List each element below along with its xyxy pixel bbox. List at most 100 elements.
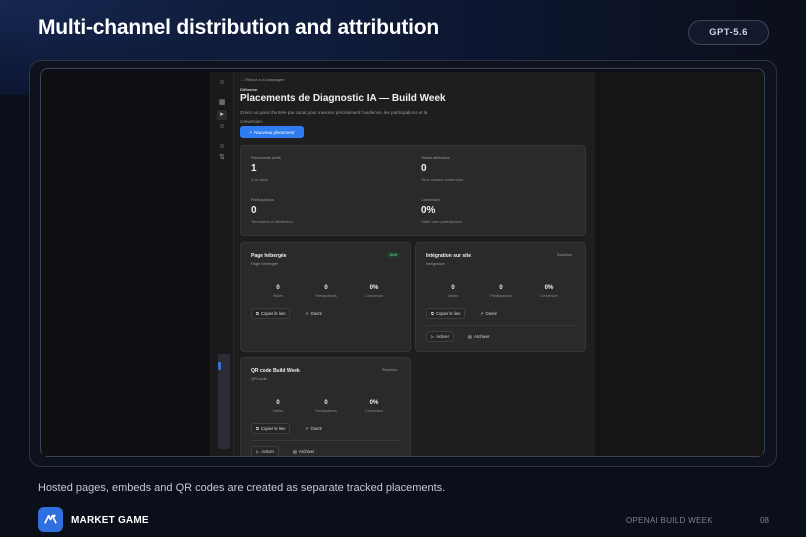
placement-title: Page hébergée	[251, 253, 287, 259]
metric-value: 0	[276, 400, 280, 406]
stat-value: 0	[421, 163, 427, 174]
stat-label: Conversion	[421, 198, 441, 202]
new-placement-label: Nouveau placement	[254, 129, 295, 135]
placement-card-embed[interactable]: Intégration sur site Intégration Brouill…	[415, 242, 586, 352]
external-link-icon: ↗	[480, 311, 484, 316]
activate-button[interactable]: ▷ Activer	[251, 446, 280, 456]
metric-value: 0%	[369, 285, 379, 291]
stat-label: Placements actifs	[251, 156, 281, 160]
copy-icon: ⧉	[256, 426, 259, 431]
metric-value: 0	[451, 285, 455, 291]
card-divider	[251, 440, 400, 441]
model-badge: GPT-5.6	[688, 20, 769, 45]
new-placement-button[interactable]: + Nouveau placement	[240, 126, 304, 138]
app-screenshot: ☺ ▦ ▸ ☺ ☺ ⇅ ← Retour à la campagne Diffu…	[210, 72, 595, 456]
stat-label: Visites attribuées	[421, 156, 450, 160]
metric-visits: 0 Visites	[253, 285, 303, 298]
grid-icon[interactable]: ▦	[217, 98, 227, 108]
copy-link-label: Copier le lien	[261, 311, 286, 316]
copy-link-button[interactable]: ⧉ Copier le lien	[251, 308, 291, 319]
activate-label: Activer	[261, 449, 275, 454]
card-divider	[426, 325, 575, 326]
metric-value: 0%	[369, 400, 379, 406]
metric-label: Conversion	[364, 294, 384, 298]
status-badge: Brouillon	[382, 368, 397, 372]
copy-link-button[interactable]: ⧉ Copier le lien	[251, 423, 291, 434]
metric-value: 0	[499, 285, 503, 291]
metric-participations: 0 Participations	[301, 400, 351, 413]
user-icon[interactable]: ☺	[217, 78, 227, 88]
metric-value: 0	[276, 285, 280, 291]
copy-link-label: Copier le lien	[436, 311, 461, 316]
status-badge: Brouillon	[557, 253, 572, 257]
archive-button[interactable]: ▤ Archiver	[464, 331, 493, 342]
external-link-icon: ↗	[305, 311, 309, 316]
back-link[interactable]: ← Retour à la campagne	[240, 77, 284, 82]
users-icon[interactable]: ☺	[217, 122, 227, 132]
metric-label: Participations	[490, 294, 512, 298]
stat-value: 0	[251, 205, 257, 216]
archive-label: Archiver	[298, 449, 315, 454]
copy-icon: ⧉	[431, 311, 434, 316]
page-number: 08	[760, 516, 769, 525]
brand-mark-icon	[44, 514, 57, 524]
stat-attributed-visits: Visites attribuées 0 Tous canaux confond…	[421, 156, 463, 182]
metric-label: Participations	[315, 409, 337, 413]
page-title: Placements de Diagnostic IA — Build Week	[240, 93, 446, 104]
status-badge: Actif	[386, 252, 400, 258]
archive-label: Archiver	[473, 334, 490, 339]
copy-link-button[interactable]: ⧉ Copier le lien	[426, 308, 466, 319]
rail-scrollbar-thumb[interactable]	[218, 362, 221, 370]
brand-logo	[38, 507, 63, 532]
metric-participations: 0 Participations	[301, 285, 351, 298]
metric-label: Conversion	[364, 409, 384, 413]
footer-event: OPENAI BUILD WEEK	[626, 516, 713, 525]
metric-value: 0%	[544, 285, 554, 291]
placement-subtitle: QR code	[251, 376, 267, 381]
stat-conversion: Conversion 0% Visite vers participation	[421, 198, 462, 224]
activate-button[interactable]: ▷ Activer	[426, 331, 455, 342]
arrow-left-icon: ←	[240, 77, 244, 82]
open-button[interactable]: ↗ Ouvrir	[301, 423, 326, 434]
plus-icon: +	[249, 129, 253, 135]
stat-label: Participations	[251, 198, 274, 202]
metric-label: Participations	[315, 294, 337, 298]
metric-conversion: 0% Conversion	[349, 285, 399, 298]
copy-icon: ⧉	[256, 311, 259, 316]
placement-card-qr-code[interactable]: QR code Build Week QR code Brouillon 0 V…	[240, 357, 411, 456]
stats-card: Placements actifs 1 3 au total Visites a…	[240, 145, 586, 236]
metric-conversion: 0% Conversion	[524, 285, 574, 298]
archive-button[interactable]: ▤ Archiver	[289, 446, 318, 456]
metric-visits: 0 Visites	[428, 285, 478, 298]
metric-value: 0	[324, 400, 328, 406]
stat-sub: Terminées et attribuées	[251, 219, 293, 224]
play-icon: ▷	[256, 449, 260, 454]
open-button[interactable]: ↗ Ouvrir	[301, 308, 326, 319]
archive-icon: ▤	[468, 334, 472, 339]
main-content: ← Retour à la campagne Diffusion Placeme…	[240, 72, 595, 456]
placement-title: Intégration sur site	[426, 253, 472, 259]
brand-name: MARKET GAME	[71, 515, 149, 526]
section-label: Diffusion	[240, 87, 258, 92]
stat-sub: Tous canaux confondus	[421, 177, 464, 182]
open-button[interactable]: ↗ Ouvrir	[476, 308, 501, 319]
external-link-icon: ↗	[305, 426, 309, 431]
stat-participations: Participations 0 Terminées et attribuées	[251, 198, 293, 224]
app-backdrop-right	[595, 72, 763, 456]
placement-subtitle: Page hébergée	[251, 261, 279, 266]
placement-title: QR code Build Week	[251, 368, 300, 374]
metric-label: Visites	[272, 409, 284, 413]
stat-value: 1	[251, 163, 257, 174]
placement-card-hosted-page[interactable]: Page hébergée Page hébergée Actif 0 Visi…	[240, 242, 411, 352]
team-icon[interactable]: ☺	[217, 142, 227, 152]
transfer-icon[interactable]: ⇅	[217, 153, 227, 163]
slide-title: Multi-channel distribution and attributi…	[38, 16, 440, 39]
stat-sub: 3 au total	[251, 177, 268, 182]
metric-label: Conversion	[539, 294, 559, 298]
page-description: Créez un point d'entrée par canal pour m…	[240, 110, 428, 124]
stat-active-placements: Placements actifs 1 3 au total	[251, 156, 281, 182]
megaphone-icon[interactable]: ▸	[217, 110, 227, 120]
placement-subtitle: Intégration	[426, 261, 445, 266]
metric-participations: 0 Participations	[476, 285, 526, 298]
metric-conversion: 0% Conversion	[349, 400, 399, 413]
